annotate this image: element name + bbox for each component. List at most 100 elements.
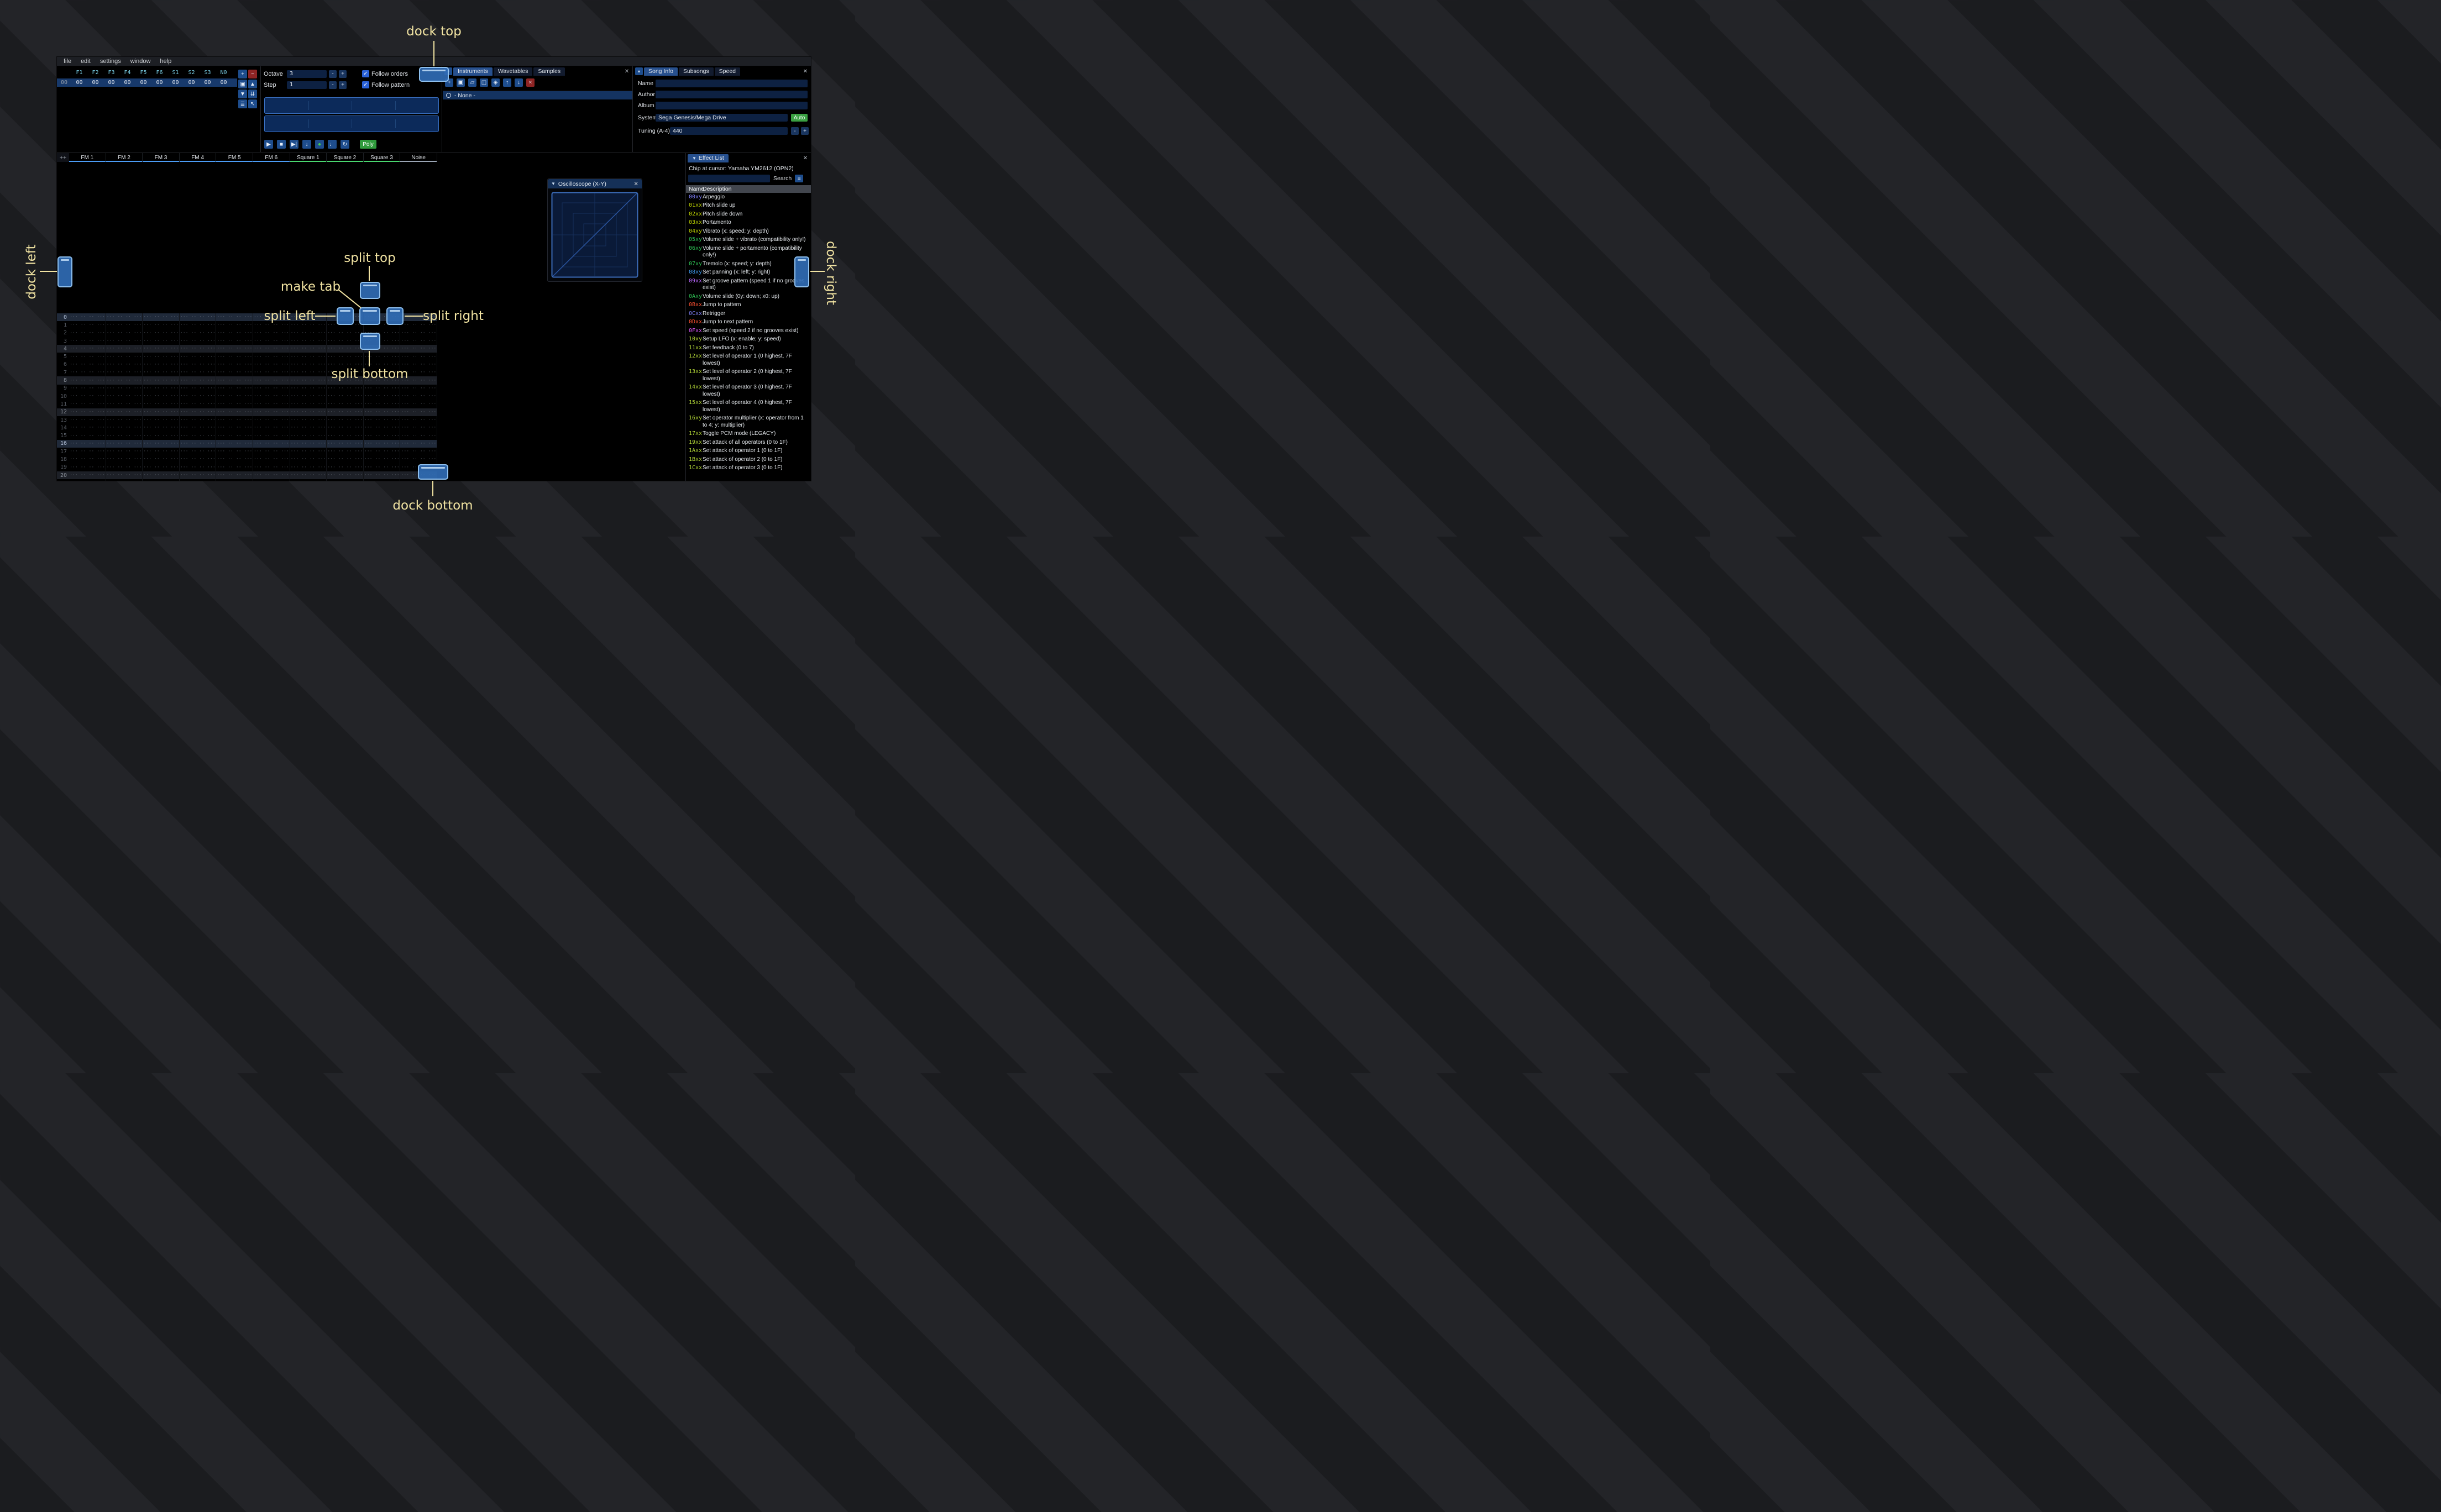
step-input[interactable]: 1	[287, 81, 327, 89]
follow-orders-checkbox[interactable]: ✓	[362, 70, 369, 77]
pattern-cell[interactable]: ··· ·· ·· ···	[143, 345, 180, 353]
effect-row[interactable]: 15xx Set level of operator 4 (0 highest, …	[686, 399, 811, 414]
split-right-target[interactable]	[386, 307, 404, 325]
oscilloscope-collapse-icon[interactable]: ▼	[551, 181, 556, 186]
pattern-cell[interactable]: ··· ·· ·· ···	[180, 455, 217, 464]
pattern-cell[interactable]: ··· ·· ·· ···	[327, 400, 364, 408]
pattern-cell[interactable]: ··· ·· ·· ···	[290, 337, 327, 345]
effect-list-menu-icon[interactable]: ≡	[795, 175, 804, 182]
pattern-cell[interactable]: ··· ·· ·· ···	[106, 448, 143, 456]
pattern-cell[interactable]: ··· ·· ·· ···	[143, 329, 180, 337]
effect-row[interactable]: 19xx Set attack of all operators (0 to 1F…	[686, 438, 811, 447]
pattern-cell[interactable]: ··· ·· ·· ···	[143, 424, 180, 432]
dock-bottom-target[interactable]	[418, 464, 448, 480]
dock-left-target[interactable]	[57, 256, 72, 287]
pattern-cell[interactable]: ··· ·· ·· ···	[327, 471, 364, 480]
pattern-cell[interactable]: ··· ·· ·· ···	[143, 400, 180, 408]
effect-row[interactable]: 1Cxx Set attack of operator 3 (0 to 1F)	[686, 464, 811, 473]
pattern-cell[interactable]: ··· ·· ·· ···	[290, 439, 327, 448]
channel-header-fm-1[interactable]: FM 1	[69, 153, 106, 162]
pattern-cell[interactable]: ··· ·· ·· ···	[180, 400, 217, 408]
tab-instruments[interactable]: Instruments	[453, 67, 493, 76]
pattern-cell[interactable]: ··· ·· ·· ···	[69, 471, 106, 480]
system-auto-button[interactable]: Auto	[791, 114, 808, 122]
pattern-cell[interactable]: ··· ·· ·· ···	[106, 376, 143, 385]
channel-header-square-1[interactable]: Square 1	[290, 153, 327, 162]
pattern-cell[interactable]: ··· ·· ·· ···	[327, 337, 364, 345]
pattern-cell[interactable]: ··· ·· ·· ···	[216, 313, 253, 322]
pattern-cell[interactable]: ··· ·· ·· ···	[216, 432, 253, 440]
piano-upper-octaves[interactable]	[264, 97, 439, 114]
effect-row[interactable]: 0Cxx Retrigger	[686, 309, 811, 318]
pattern-cell[interactable]: ··· ·· ·· ···	[216, 353, 253, 361]
octave-decrement-button[interactable]: -	[329, 70, 337, 78]
pattern-cell[interactable]: ··· ·· ·· ···	[400, 439, 437, 448]
pattern-cell[interactable]: ··· ·· ·· ···	[327, 424, 364, 432]
tab-wavetables[interactable]: Wavetables	[493, 67, 533, 76]
pattern-cell[interactable]: ··· ·· ·· ···	[327, 329, 364, 337]
pattern-cell[interactable]: ··· ·· ·· ···	[180, 424, 217, 432]
instrument-move-up-button[interactable]: ↑	[503, 78, 511, 87]
effect-row[interactable]: 02xx Pitch slide down	[686, 210, 811, 219]
pattern-cell[interactable]: ··· ·· ·· ···	[143, 471, 180, 480]
pattern-cell[interactable]: ··· ·· ·· ···	[290, 329, 327, 337]
pattern-cell[interactable]: ··· ·· ·· ···	[216, 424, 253, 432]
instrument-delete-button[interactable]: ×	[526, 78, 535, 87]
pattern-cell[interactable]: ··· ·· ·· ···	[106, 432, 143, 440]
pattern-cell[interactable]: ··· ·· ·· ···	[69, 313, 106, 322]
order-deep-clone-button[interactable]: ⇊	[248, 90, 257, 98]
pattern-cell[interactable]: ··· ·· ·· ···	[69, 448, 106, 456]
pattern-cell[interactable]: ··· ·· ·· ···	[253, 353, 290, 361]
pattern-cell[interactable]: ··· ·· ·· ···	[327, 463, 364, 471]
piano-lower-octaves[interactable]	[264, 116, 439, 132]
metronome-button[interactable]: ♩	[328, 140, 337, 149]
pattern-cell[interactable]: ··· ·· ·· ···	[216, 329, 253, 337]
instrument-sort-button[interactable]: ◈	[491, 78, 500, 87]
tab-speed[interactable]: Speed	[714, 67, 741, 76]
pattern-cell[interactable]: ··· ·· ·· ···	[327, 432, 364, 440]
effect-row[interactable]: 0Bxx Jump to pattern	[686, 301, 811, 310]
effect-row[interactable]: 04xy Vibrato (x: speed; y: depth)	[686, 227, 811, 236]
tab-samples[interactable]: Samples	[533, 67, 565, 76]
effect-row[interactable]: 03xx Portamento	[686, 219, 811, 228]
tab-effect-list[interactable]: ▼ Effect List	[688, 154, 729, 162]
pattern-cell[interactable]: ··· ·· ·· ···	[253, 455, 290, 464]
pattern-cell[interactable]: ··· ·· ·· ···	[290, 463, 327, 471]
pattern-cell[interactable]: ··· ·· ·· ···	[143, 448, 180, 456]
pattern-cell[interactable]: ··· ·· ·· ···	[216, 392, 253, 401]
effect-row[interactable]: 14xx Set level of operator 3 (0 highest, …	[686, 384, 811, 399]
orders-cell[interactable]: 00	[151, 80, 167, 86]
order-edit-mode-button[interactable]: ↖	[248, 99, 257, 108]
effect-row[interactable]: 08xy Set panning (x: left; y: right)	[686, 269, 811, 277]
menu-item-window[interactable]: window	[126, 57, 155, 65]
pattern-cell[interactable]: ··· ·· ·· ···	[143, 455, 180, 464]
instrument-duplicate-button[interactable]: ▣	[457, 78, 465, 87]
pattern-cell[interactable]: ··· ·· ·· ···	[69, 432, 106, 440]
pattern-cell[interactable]: ··· ·· ·· ···	[400, 329, 437, 337]
tuning-input[interactable]: 440	[670, 127, 788, 135]
pattern-cell[interactable]: ··· ·· ·· ···	[253, 408, 290, 416]
pattern-cell[interactable]: ··· ·· ·· ···	[364, 424, 401, 432]
pattern-cell[interactable]: ··· ·· ·· ···	[327, 345, 364, 353]
pattern-cell[interactable]: ··· ·· ·· ···	[69, 360, 106, 369]
pattern-cell[interactable]: ··· ·· ·· ···	[216, 337, 253, 345]
menu-item-edit[interactable]: edit	[76, 57, 95, 65]
piano-widget[interactable]	[264, 97, 439, 132]
orders-cell[interactable]: 00	[184, 80, 200, 86]
pattern-cell[interactable]: ··· ·· ·· ···	[253, 360, 290, 369]
pattern-cell[interactable]: ··· ·· ·· ···	[106, 424, 143, 432]
order-remove-button[interactable]: −	[248, 70, 257, 78]
order-add-button[interactable]: +	[238, 70, 247, 78]
effect-row[interactable]: 0Dxx Jump to next pattern	[686, 318, 811, 327]
pattern-cell[interactable]: ··· ·· ·· ···	[364, 479, 401, 481]
pattern-cell[interactable]: ··· ·· ·· ···	[364, 471, 401, 480]
pattern-cell[interactable]: ··· ·· ·· ···	[327, 416, 364, 424]
pattern-cell[interactable]: ··· ·· ·· ···	[69, 321, 106, 329]
dock-top-target[interactable]	[419, 67, 449, 82]
effect-row[interactable]: 12xx Set level of operator 1 (0 highest, …	[686, 353, 811, 368]
step-increment-button[interactable]: +	[339, 81, 347, 89]
order-move-up-button[interactable]: ▲	[248, 80, 257, 88]
effect-row[interactable]: 11xx Set feedback (0 to 7)	[686, 344, 811, 353]
pattern-cell[interactable]: ··· ·· ·· ···	[180, 345, 217, 353]
system-input[interactable]: Sega Genesis/Mega Drive	[656, 114, 788, 122]
